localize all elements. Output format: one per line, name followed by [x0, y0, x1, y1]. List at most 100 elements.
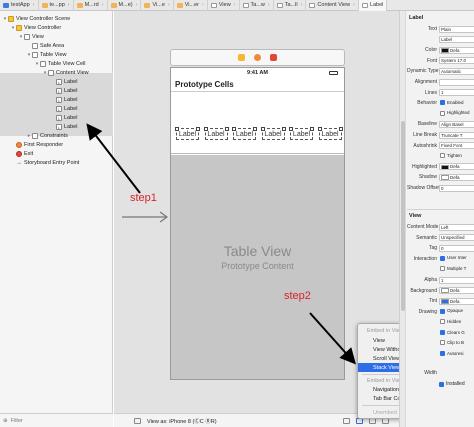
inspector-color-picker[interactable]: Defa [439, 297, 474, 305]
filter-input[interactable]: Filter [11, 418, 23, 424]
inspector-color-picker[interactable]: Defa [439, 287, 474, 295]
jump-bar-item[interactable]: Content View › [306, 0, 359, 11]
inspector-field[interactable]: Unspecified [439, 234, 474, 242]
cell-label[interactable]: Label [317, 127, 343, 140]
inspector-field[interactable]: System 17.0 [439, 57, 474, 65]
constraints-icon [32, 132, 38, 139]
outline-row[interactable]: ▾ Content View [42, 68, 89, 77]
checkbox-icon[interactable] [440, 266, 445, 272]
jump-bar-item[interactable]: te...pp › [39, 0, 74, 11]
jump-bar-item[interactable]: Label [358, 0, 388, 11]
inspector-scroll-thumb[interactable] [401, 121, 405, 311]
inspector-field[interactable]: Truncate T [439, 131, 474, 139]
outline-row[interactable]: ▾ Table View Cell [34, 59, 86, 68]
checkbox-icon[interactable] [439, 381, 444, 387]
checkbox-icon[interactable] [440, 110, 445, 116]
inspector-checkbox[interactable]: Clip to B [439, 340, 474, 347]
installed-row[interactable]: Installed [407, 380, 474, 388]
checkbox-icon[interactable] [440, 351, 445, 356]
exit-dock-icon[interactable] [270, 54, 277, 61]
outline-row[interactable]: L Label [50, 86, 77, 95]
checkbox-icon[interactable] [440, 153, 445, 158]
view-icon [24, 33, 30, 40]
cell-label[interactable]: Label [175, 127, 200, 140]
view-controller-frame[interactable]: 9:41 AM Prototype Cells Label Label Label L… [170, 67, 345, 380]
outline-row[interactable]: L Label [50, 77, 77, 86]
outline-row[interactable]: → Storyboard Entry Point [10, 158, 79, 167]
jump-bar-item[interactable]: M...rd › [74, 0, 108, 11]
first-responder-dock-icon[interactable] [254, 54, 261, 61]
inspector-value: Clip to B [447, 340, 465, 346]
cell-label[interactable]: Label [289, 127, 314, 140]
entry-point-arrow[interactable] [120, 211, 170, 225]
outline-row[interactable]: ▾ View [18, 32, 44, 41]
inspector-field[interactable]: 0 [439, 244, 474, 252]
inspector-row: Interaction User Inter [407, 255, 474, 263]
prototype-cell[interactable]: Label Label Label Label Label Label [171, 102, 344, 154]
jump-bar-item[interactable]: Ta...w › [240, 0, 274, 11]
outline-row[interactable]: L Label [50, 122, 77, 131]
inspector-field[interactable]: Fixed Font [439, 142, 474, 150]
view-as-device[interactable]: View as: iPhone 8 (ⒸC ⓇR) [147, 417, 217, 425]
checkbox-icon[interactable] [440, 255, 445, 261]
inspector-checkbox[interactable]: Autoresi [439, 351, 474, 358]
inspector-field[interactable]: Plain [439, 25, 474, 33]
jump-bar-item[interactable]: View › [208, 0, 240, 11]
jump-bar-item[interactable]: Vi...er › [174, 0, 208, 11]
inspector-field[interactable]: 1 [439, 276, 474, 284]
inspector-checkbox[interactable]: Highlighted [439, 110, 474, 117]
inspector-row: Drawing Opaque [407, 308, 474, 316]
cell-label[interactable]: Label [203, 127, 229, 140]
jump-bar-item[interactable]: M...e) › [108, 0, 142, 11]
inspector-field[interactable]: Label [439, 36, 474, 44]
inspector-checkbox[interactable]: Tighten [439, 153, 474, 160]
outline-row[interactable]: Exit [10, 149, 33, 158]
table-view[interactable]: Table View Prototype Content [171, 155, 344, 379]
jump-bar-item[interactable]: Ta...ll › [274, 0, 307, 11]
jump-bar-item[interactable]: Vi...e › [141, 0, 174, 11]
inspector-color-picker[interactable]: Defa [439, 173, 474, 181]
outline-row[interactable]: ▸ Constraints [26, 131, 68, 140]
filter-bar[interactable]: ⊕ Filter [0, 413, 113, 427]
outline-row[interactable]: L Label [50, 104, 77, 113]
sidebar-toggle-icon[interactable] [134, 417, 141, 424]
checkbox-icon[interactable] [440, 340, 445, 346]
inspector-key: Lines [425, 89, 437, 96]
checkbox-icon[interactable] [440, 308, 445, 314]
inspector-color-picker[interactable]: Defa [439, 46, 474, 54]
inspector-color-picker[interactable]: Defa [439, 163, 474, 171]
inspector-key: Width [424, 370, 437, 376]
inspector-field[interactable]: 0 [439, 184, 474, 192]
inspector-checkbox[interactable]: Hidden [439, 319, 474, 326]
checkbox-icon[interactable] [440, 319, 445, 325]
jump-bar-item[interactable]: testApp › [0, 0, 39, 11]
outline-row[interactable]: ▾ View Controller Scene [2, 14, 70, 23]
inspector-field[interactable]: Align Basel [439, 120, 474, 128]
outline-row[interactable]: Safe Area [26, 41, 64, 50]
update-frames-icon[interactable] [343, 417, 350, 424]
outline-row[interactable]: ▾ Table View [26, 50, 67, 59]
inspector-field[interactable] [439, 78, 474, 86]
checkbox-icon[interactable] [440, 329, 445, 335]
inspector-field[interactable]: 1 [439, 89, 474, 97]
cell-label[interactable]: Label [232, 127, 257, 140]
inspector-checkbox[interactable]: User Inter [439, 255, 474, 262]
outline-row[interactable]: L Label [50, 95, 77, 104]
inspector-checkbox[interactable]: Clears G [439, 330, 474, 337]
outline-row[interactable]: L Label [50, 113, 77, 122]
outline-row[interactable]: First Responder [10, 140, 63, 149]
cell-label[interactable]: Label [260, 127, 286, 140]
inspector-scrollbar[interactable] [400, 11, 406, 427]
jump-bar-label: Content View [317, 2, 351, 8]
outline-row-label: Storyboard Entry Point [24, 159, 80, 166]
inspector-field[interactable]: Automatic [439, 67, 474, 75]
inspector-checkbox[interactable]: Opaque [439, 308, 474, 315]
safe-area-icon [32, 42, 38, 49]
inspector-field[interactable]: Left [439, 223, 474, 231]
inspector-checkbox[interactable]: Enabled [439, 100, 474, 107]
view-controller-dock-icon[interactable] [238, 54, 245, 61]
outline-row[interactable]: ▾ View Controller [10, 23, 61, 32]
inspector-checkbox[interactable]: Multiple T [439, 266, 474, 273]
outline-row-label: Content View [56, 69, 89, 76]
checkbox-icon[interactable] [440, 100, 445, 105]
